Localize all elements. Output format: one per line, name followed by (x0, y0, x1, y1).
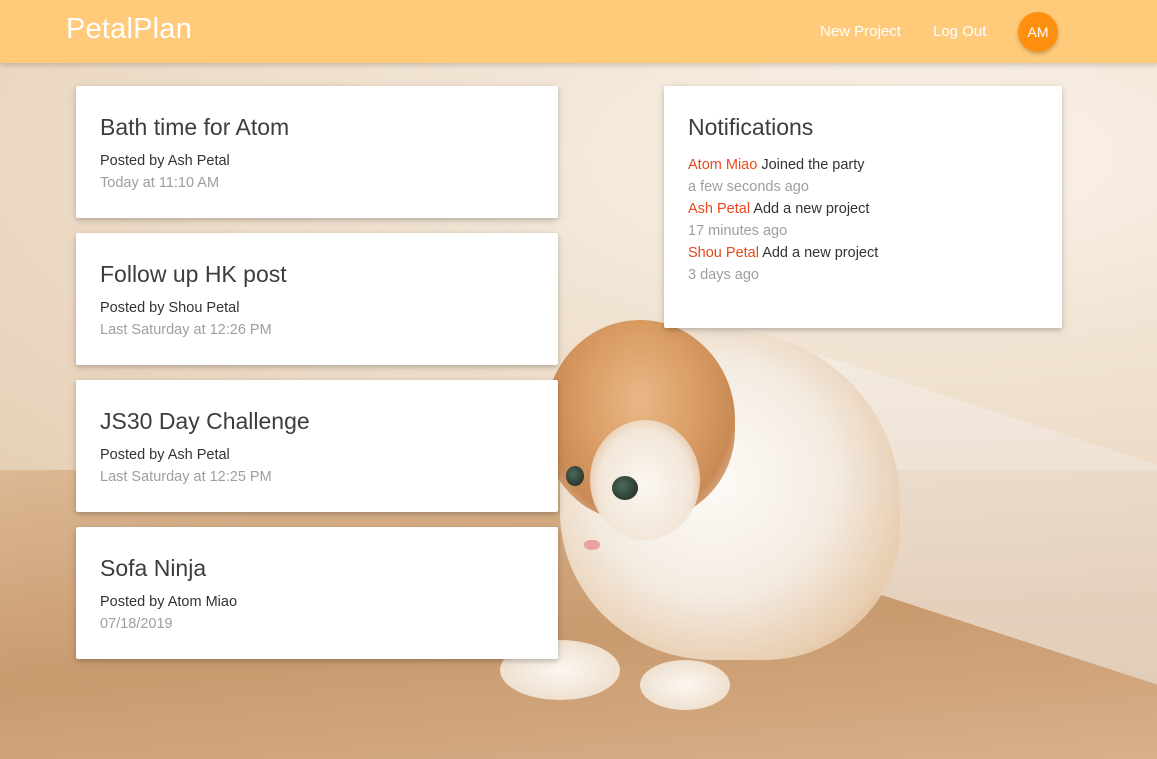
project-card[interactable]: Follow up HK post Posted by Shou Petal L… (76, 233, 558, 365)
notifications-list: Atom Miao Joined the party a few seconds… (688, 154, 1038, 286)
notification-line: Atom Miao Joined the party (688, 154, 1038, 176)
top-navbar: PetalPlan New Project Log Out AM (0, 0, 1157, 63)
notification-action: Add a new project (753, 201, 870, 217)
kitten-eye-right (566, 466, 584, 486)
kitten-face (590, 420, 700, 540)
project-author: Posted by Ash Petal (100, 153, 230, 169)
notifications-panel: Notifications Atom Miao Joined the party… (664, 86, 1062, 328)
project-card[interactable]: JS30 Day Challenge Posted by Ash Petal L… (76, 380, 558, 512)
notification-item: Shou Petal Add a new project 3 days ago (688, 242, 1038, 286)
notification-user: Shou Petal (688, 245, 759, 261)
notification-item: Atom Miao Joined the party a few seconds… (688, 154, 1038, 198)
user-avatar-button[interactable]: AM (1018, 12, 1058, 52)
project-card[interactable]: Bath time for Atom Posted by Ash Petal T… (76, 86, 558, 218)
project-title: Follow up HK post (100, 261, 287, 287)
notification-item: Ash Petal Add a new project 17 minutes a… (688, 198, 1038, 242)
notifications-heading: Notifications (688, 114, 814, 140)
notification-action: Add a new project (762, 245, 879, 261)
project-card[interactable]: Sofa Ninja Posted by Atom Miao 07/18/201… (76, 527, 558, 659)
notification-user: Ash Petal (688, 201, 751, 217)
project-date: Today at 11:10 AM (100, 175, 220, 191)
new-project-link[interactable]: New Project (820, 23, 901, 40)
notification-line: Shou Petal Add a new project (688, 242, 1038, 264)
project-date: Last Saturday at 12:26 PM (100, 322, 272, 338)
notification-time: 17 minutes ago (688, 223, 788, 239)
page: PetalPlan New Project Log Out AM Bath ti… (0, 0, 1157, 759)
notification-user: Atom Miao (688, 157, 758, 173)
project-author: Posted by Ash Petal (100, 447, 230, 463)
project-author: Posted by Atom Miao (100, 594, 238, 610)
notification-time: 3 days ago (688, 267, 759, 283)
project-date: 07/18/2019 (100, 616, 173, 632)
notification-time: a few seconds ago (688, 179, 809, 195)
project-author: Posted by Shou Petal (100, 300, 240, 316)
kitten-eye-left (612, 476, 638, 500)
project-title: Sofa Ninja (100, 555, 207, 581)
notification-action: Joined the party (761, 157, 865, 173)
kitten-nose (584, 540, 600, 550)
project-date: Last Saturday at 12:25 PM (100, 469, 272, 485)
kitten-paw-back (640, 660, 730, 710)
log-out-link[interactable]: Log Out (933, 23, 986, 40)
brand-logo-link[interactable]: PetalPlan (66, 13, 192, 46)
project-title: JS30 Day Challenge (100, 408, 310, 434)
project-title: Bath time for Atom (100, 114, 290, 140)
notification-line: Ash Petal Add a new project (688, 198, 1038, 220)
